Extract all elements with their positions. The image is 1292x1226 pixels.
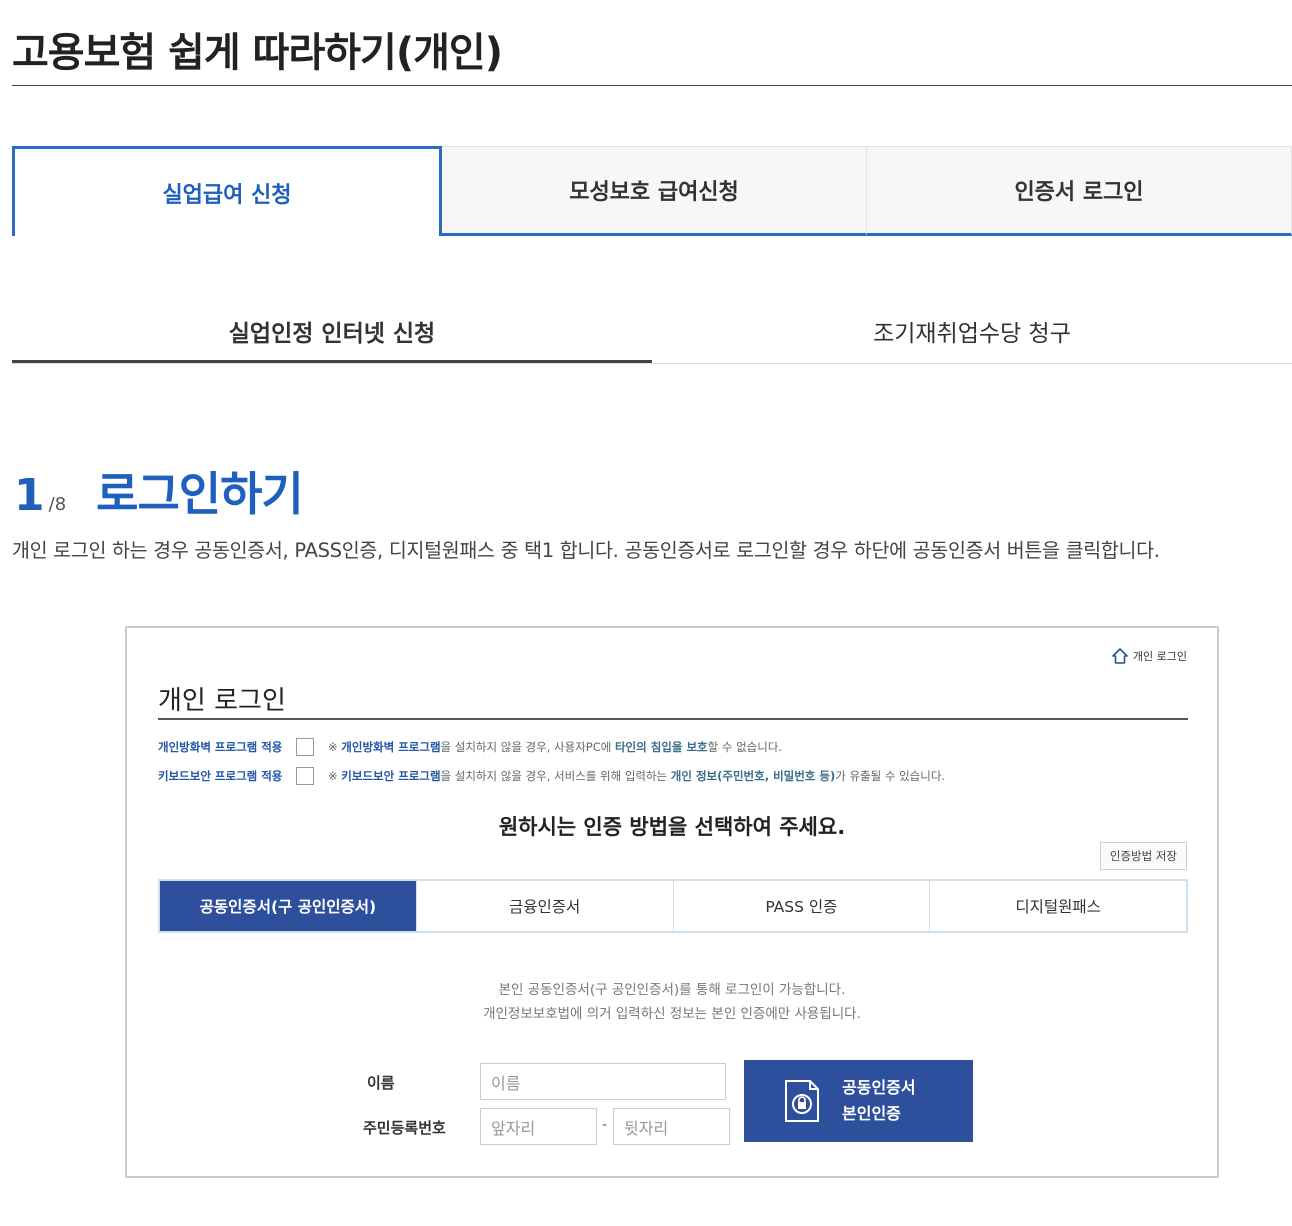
title-divider [12, 85, 1292, 86]
sub-tabs: 실업인정 인터넷 신청 조기재취업수당 청구 [12, 300, 1292, 364]
firewall-note: ※ 개인방화벽 프로그램을 설치하지 않을 경우, 사용자PC에 타인의 침입을… [328, 740, 783, 754]
rrn-dash: - [602, 1117, 608, 1133]
rrn-label: 주민등록번호 [363, 1119, 446, 1137]
rrn-back-input[interactable]: 뒷자리 [613, 1108, 730, 1145]
auth-tab-pass[interactable]: PASS 인증 [674, 881, 931, 931]
keyboard-checkbox[interactable] [296, 767, 314, 785]
subtab-internet-application[interactable]: 실업인정 인터넷 신청 [12, 300, 652, 363]
login-title: 개인 로그인 [158, 686, 286, 716]
auth-info-line2: 개인정보보호법에 의거 입력하신 정보는 본인 인증에만 사용됩니다. [483, 1006, 861, 1022]
home-link-label: 개인 로그인 [1132, 650, 1187, 663]
auth-info: 본인 공동인증서(구 공인인증서)를 통해 로그인이 가능합니다. 개인정보보호… [127, 978, 1217, 1026]
auth-tab-joint-cert[interactable]: 공동인증서(구 공인인증서) [160, 881, 417, 931]
certificate-icon [785, 1080, 819, 1122]
firewall-row: 개인방화벽 프로그램 적용 ※ 개인방화벽 프로그램을 설치하지 않을 경우, … [158, 738, 782, 756]
firewall-checkbox[interactable] [296, 738, 314, 756]
keyboard-note: ※ 키보드보안 프로그램을 설치하지 않을 경우, 서비스를 위해 입력하는 개… [328, 769, 946, 783]
firewall-label: 개인방화벽 프로그램 적용 [158, 740, 283, 754]
step-current: 1 [14, 470, 45, 521]
step-title: 로그인하기 [96, 467, 304, 521]
main-tabs: 실업급여 신청 모성보호 급여신청 인증서 로그인 [12, 146, 1292, 236]
keyboard-row: 키보드보안 프로그램 적용 ※ 키보드보안 프로그램을 설치하지 않을 경우, … [158, 767, 945, 785]
auth-tab-digital-onepass[interactable]: 디지털원패스 [930, 881, 1186, 931]
choose-method-text: 원하시는 인증 방법을 선택하여 주세요. [498, 815, 846, 839]
login-screenshot: 개인 로그인 개인 로그인 개인방화벽 프로그램 적용 ※ 개인방화벽 프로그램… [125, 626, 1219, 1178]
home-icon [1112, 648, 1128, 664]
page-title: 고용보험 쉽게 따라하기(개인) [12, 30, 503, 76]
tab-cert-login[interactable]: 인증서 로그인 [867, 146, 1292, 236]
subtab-early-reemployment[interactable]: 조기재취업수당 청구 [652, 300, 1292, 363]
rrn-front-input[interactable]: 앞자리 [480, 1108, 597, 1145]
name-input[interactable]: 이름 [480, 1063, 726, 1100]
auth-info-line1: 본인 공동인증서(구 공인인증서)를 통해 로그인이 가능합니다. [498, 982, 846, 998]
name-label: 이름 [367, 1074, 395, 1092]
auth-method-tabs: 공동인증서(구 공인인증서) 금융인증서 PASS 인증 디지털원패스 [158, 879, 1188, 933]
step-total: /8 [48, 494, 67, 515]
auth-tab-financial-cert[interactable]: 금융인증서 [417, 881, 674, 931]
keyboard-label: 키보드보안 프로그램 적용 [158, 769, 283, 783]
step-description: 개인 로그인 하는 경우 공동인증서, PASS인증, 디지털원패스 중 택1 … [12, 539, 1160, 562]
cert-auth-button[interactable]: 공동인증서 본인인증 [744, 1060, 973, 1142]
cert-auth-button-label: 공동인증서 본인인증 [842, 1078, 916, 1123]
tab-unemployment-benefit[interactable]: 실업급여 신청 [12, 146, 442, 236]
save-method-button[interactable]: 인증방법 저장 [1099, 842, 1187, 870]
home-link[interactable]: 개인 로그인 [1112, 648, 1187, 664]
tab-maternity-benefit[interactable]: 모성보호 급여신청 [442, 146, 867, 236]
login-divider [158, 718, 1188, 720]
step-heading: 1 /8 로그인하기 [14, 458, 304, 524]
